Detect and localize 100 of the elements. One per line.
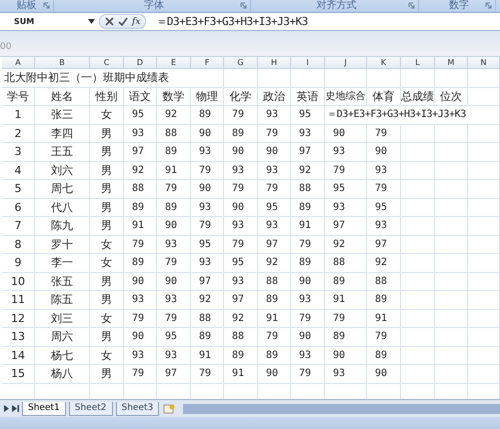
table-cell: 89 <box>258 346 291 365</box>
empty-cell <box>401 346 435 365</box>
empty-cell <box>468 143 500 162</box>
table-cell: 90 <box>325 346 367 365</box>
dialog-launcher-icon[interactable] <box>408 2 415 9</box>
table-cell: 王五 <box>35 143 90 162</box>
dialog-launcher-icon[interactable] <box>42 2 50 9</box>
column-header[interactable]: H <box>258 57 291 69</box>
empty-cell <box>401 124 435 143</box>
table-cell: 88 <box>291 180 325 198</box>
empty-cell <box>401 272 435 291</box>
table-cell: 95 <box>191 236 224 254</box>
table-cell: 93 <box>325 143 367 162</box>
table-cell: 93 <box>157 236 191 254</box>
column-header[interactable]: C <box>90 57 124 69</box>
table-cell: 男 <box>90 328 124 346</box>
table-cell: 刘六 <box>35 162 90 180</box>
table-cell: 79 <box>191 162 224 180</box>
table-cell: 88 <box>157 124 191 143</box>
sheet-tab[interactable]: Sheet2 <box>68 402 112 416</box>
table-cell: 88 <box>258 272 291 291</box>
sheet-title: 北大附中初三（一）班期中成绩表 <box>2 69 224 88</box>
formula-field[interactable]: ＝D3+E3+F3+G3+H3+I3+J3+K3 <box>150 14 308 29</box>
table-cell: 2 <box>2 124 35 143</box>
empty-cell <box>435 328 468 346</box>
header-cell: 学号 <box>2 88 35 106</box>
empty-cell <box>435 180 468 198</box>
table-cell: 10 <box>2 272 35 291</box>
horizontal-scrollbar[interactable] <box>183 404 500 414</box>
table-cell: 男 <box>90 198 124 217</box>
table-cell: 79 <box>291 310 325 328</box>
table-cell: 89 <box>291 254 325 272</box>
table-cell: 93 <box>258 106 291 124</box>
empty-cell <box>291 69 325 88</box>
table-cell: 89 <box>325 328 367 346</box>
header-cell: 姓名 <box>35 88 90 106</box>
column-header[interactable]: L <box>401 57 435 69</box>
table-cell: 93 <box>224 217 258 236</box>
empty-cell <box>401 180 435 198</box>
empty-cell <box>435 254 468 272</box>
column-header[interactable]: B <box>35 57 90 69</box>
check-icon[interactable] <box>118 17 128 26</box>
dialog-launcher-icon[interactable] <box>240 2 247 9</box>
table-cell: 93 <box>124 346 157 365</box>
table-cell: 89 <box>224 124 258 143</box>
next-sheet-icon[interactable] <box>4 405 9 412</box>
cancel-icon[interactable] <box>105 17 114 26</box>
empty-cell <box>435 346 468 365</box>
sheet-tab[interactable]: Sheet3 <box>116 402 160 416</box>
table-cell: 97 <box>224 291 258 310</box>
table-cell: 男 <box>90 365 124 384</box>
column-header[interactable]: G <box>224 57 258 69</box>
empty-cell <box>435 272 468 291</box>
column-header[interactable]: I <box>291 57 325 69</box>
table-cell: 79 <box>191 217 224 236</box>
table-cell: 79 <box>157 310 191 328</box>
table-cell: 3 <box>2 143 35 162</box>
table-cell: 93 <box>291 291 325 310</box>
table-cell: 1 <box>2 106 35 124</box>
empty-cell <box>401 198 435 217</box>
column-header[interactable]: E <box>157 57 191 69</box>
dropdown-caret-icon[interactable] <box>88 19 95 24</box>
column-header[interactable]: J <box>325 57 367 69</box>
table-cell: 79 <box>367 180 401 198</box>
sheet-tab[interactable]: Sheet1 <box>22 402 66 416</box>
empty-cell <box>367 69 401 88</box>
name-box[interactable]: SUM <box>0 17 84 26</box>
table-cell: 91 <box>291 217 325 236</box>
insert-function-button[interactable]: fx <box>132 16 140 26</box>
table-cell: 92 <box>325 236 367 254</box>
column-header[interactable]: A <box>2 57 35 69</box>
table-cell: 周六 <box>35 328 90 346</box>
empty-cell <box>435 69 468 88</box>
toolbar-text: 00 <box>0 42 12 54</box>
column-header[interactable]: K <box>367 57 401 69</box>
table-cell: 89 <box>367 291 401 310</box>
insert-sheet-icon[interactable] <box>162 404 176 414</box>
formula-cell[interactable]: ＝D3+E3+F3+G3+H3+I3+J3+K3 <box>325 106 500 124</box>
table-cell: 93 <box>325 198 367 217</box>
empty-cell <box>401 69 435 88</box>
table-cell: 79 <box>157 254 191 272</box>
last-sheet-icon[interactable] <box>12 405 19 412</box>
table-cell: 79 <box>224 180 258 198</box>
empty-cell <box>468 272 500 291</box>
table-cell: 90 <box>157 272 191 291</box>
column-header[interactable]: N <box>468 57 500 69</box>
table-cell: 女 <box>90 310 124 328</box>
empty-cell <box>401 365 435 384</box>
column-header[interactable]: D <box>124 57 157 69</box>
table-cell: 97 <box>258 236 291 254</box>
table-cell: 杨七 <box>35 346 90 365</box>
table-cell: 刘三 <box>35 310 90 328</box>
empty-cell <box>401 162 435 180</box>
table-cell: 79 <box>367 328 401 346</box>
column-header[interactable]: M <box>435 57 468 69</box>
column-header[interactable]: F <box>191 57 224 69</box>
table-cell: 79 <box>291 365 325 384</box>
dialog-launcher-icon[interactable] <box>485 2 492 9</box>
table-cell: 男 <box>90 162 124 180</box>
table-cell: 90 <box>325 124 367 143</box>
